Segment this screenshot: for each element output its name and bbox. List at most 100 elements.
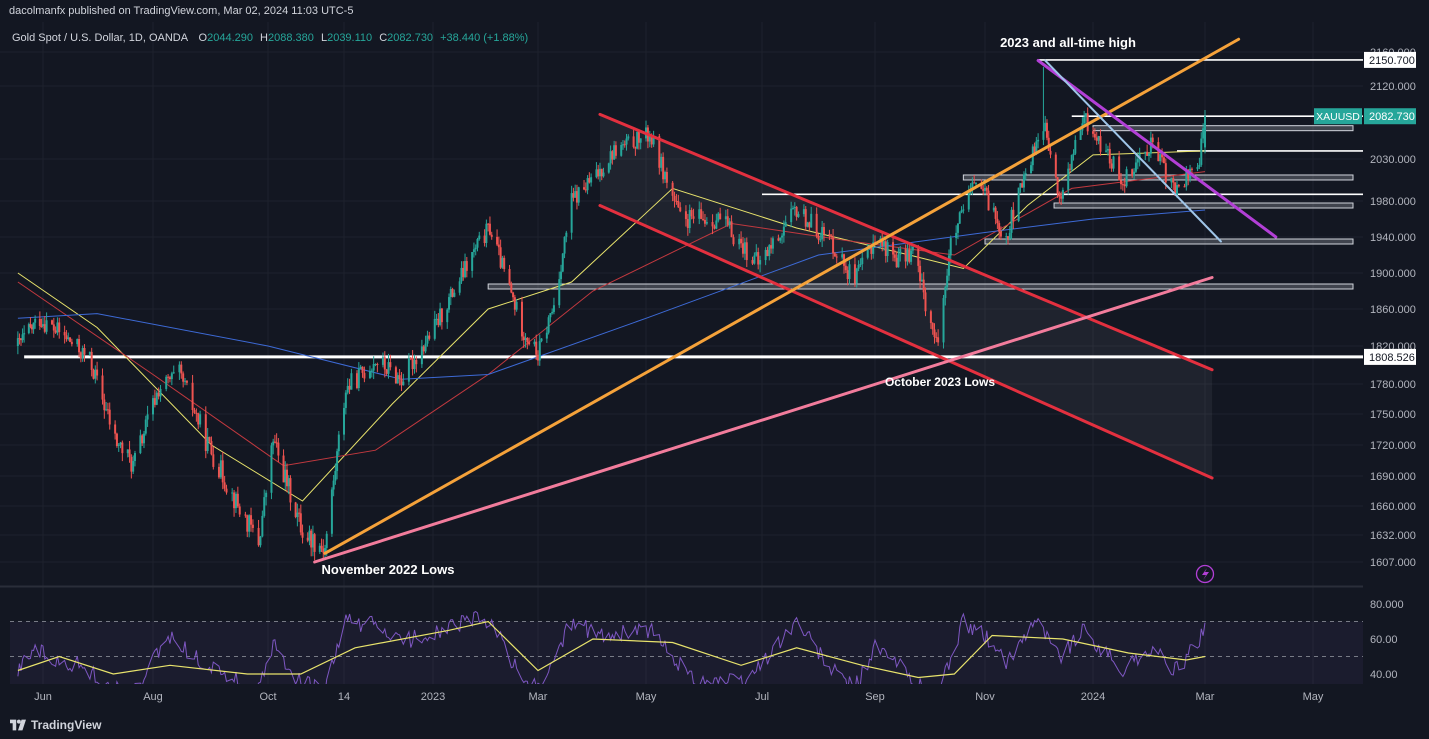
- candle-body: [58, 322, 61, 333]
- candle-body: [1005, 236, 1008, 238]
- time-tick-label: Sep: [865, 691, 885, 703]
- candle-body: [944, 287, 947, 299]
- candle-body: [967, 192, 970, 210]
- level-zone: [984, 238, 1354, 245]
- candle-body: [153, 398, 156, 405]
- candle-body: [1068, 168, 1071, 170]
- candle-body: [38, 318, 41, 326]
- candle-body: [43, 324, 46, 332]
- candle-body: [866, 249, 869, 258]
- candle-body: [381, 357, 384, 365]
- candle-body: [1049, 150, 1052, 155]
- candle-body: [779, 237, 782, 241]
- candle-body: [223, 482, 226, 489]
- candle-body: [435, 318, 438, 320]
- candle-body: [251, 524, 254, 528]
- channel-fill: [599, 114, 1213, 478]
- candle-body: [1074, 139, 1077, 154]
- candle-body: [407, 357, 410, 382]
- footer: TradingView: [0, 712, 1429, 739]
- candle-body: [334, 471, 337, 481]
- candle-body: [590, 177, 593, 183]
- candle-body: [686, 219, 689, 228]
- candle-body: [784, 222, 787, 227]
- price-chart[interactable]: 2160.0002120.0002030.0001980.0001940.000…: [0, 22, 1429, 712]
- candle-body: [337, 434, 340, 452]
- candle-body: [439, 308, 442, 325]
- candle-body: [841, 254, 844, 258]
- high-value: 2088.380: [268, 32, 314, 44]
- candle-body: [471, 252, 474, 271]
- candle-body: [458, 281, 461, 293]
- candle-body: [597, 169, 600, 177]
- candle-body: [210, 441, 213, 455]
- candle-body: [152, 398, 154, 415]
- candle-body: [277, 442, 280, 456]
- candle-body: [101, 375, 104, 400]
- candle-body: [994, 207, 997, 219]
- candle-body: [487, 223, 490, 225]
- candle-body: [815, 213, 818, 237]
- time-tick-label: Mar: [529, 691, 548, 703]
- candle-body: [217, 466, 220, 478]
- candle-body: [446, 309, 449, 323]
- candle-body: [821, 227, 824, 240]
- candle-body: [411, 358, 414, 370]
- time-tick-label: Jun: [34, 691, 52, 703]
- candle-body: [660, 156, 663, 168]
- candle-body: [614, 145, 617, 156]
- candle-body: [368, 371, 371, 379]
- candle-body: [320, 545, 323, 549]
- price-tick-label: 1980.000: [1370, 196, 1416, 208]
- candle-body: [400, 378, 403, 386]
- candle-body: [453, 292, 456, 297]
- candle-body: [911, 246, 914, 251]
- candle-body: [29, 324, 32, 327]
- candle-body: [1148, 153, 1150, 156]
- candle-body: [270, 445, 273, 493]
- candle-body: [155, 392, 158, 405]
- candle-body: [1125, 169, 1128, 187]
- candle-body: [974, 182, 977, 184]
- candle-body: [1131, 169, 1134, 176]
- candle-body: [1198, 164, 1201, 168]
- time-tick-label: 14: [338, 691, 350, 703]
- candle-body: [1030, 165, 1033, 174]
- candle-body: [759, 260, 762, 265]
- chart-frame[interactable]: 2160.0002120.0002030.0001980.0001940.000…: [0, 22, 1429, 712]
- candle-body: [600, 168, 603, 177]
- candle-body: [159, 388, 162, 397]
- candle-body: [106, 409, 109, 411]
- candle-body: [526, 338, 529, 343]
- candle-body: [883, 241, 886, 246]
- candle-body: [348, 385, 351, 390]
- price-tick-label: 1690.000: [1370, 471, 1416, 483]
- candle-body: [665, 172, 668, 183]
- candle-body: [570, 193, 573, 233]
- candle-body: [115, 433, 118, 447]
- candle-body: [1010, 209, 1013, 233]
- candle-body: [204, 414, 207, 451]
- candle-body: [1007, 236, 1010, 239]
- candle-body: [318, 545, 321, 552]
- candle-body: [385, 369, 388, 374]
- candle-body: [671, 182, 674, 196]
- candle-body: [572, 193, 575, 198]
- candle-body: [344, 392, 347, 408]
- candle-body: [577, 187, 580, 203]
- candle-body: [806, 222, 809, 227]
- candle-body: [819, 239, 822, 241]
- candle-body: [1123, 184, 1126, 187]
- candle-body: [1108, 148, 1111, 164]
- candle-body: [1177, 185, 1180, 187]
- candle-body: [740, 238, 743, 244]
- candle-body: [1022, 174, 1025, 188]
- price-tick-label: 1607.000: [1370, 557, 1416, 569]
- candle-body: [157, 392, 160, 397]
- candle-body: [76, 339, 79, 345]
- candle-body: [231, 492, 234, 494]
- tradingview-logo-icon: [10, 719, 26, 731]
- tradingview-brand[interactable]: TradingView: [10, 716, 101, 734]
- candle-body: [917, 246, 920, 266]
- time-tick-label: Aug: [143, 691, 163, 703]
